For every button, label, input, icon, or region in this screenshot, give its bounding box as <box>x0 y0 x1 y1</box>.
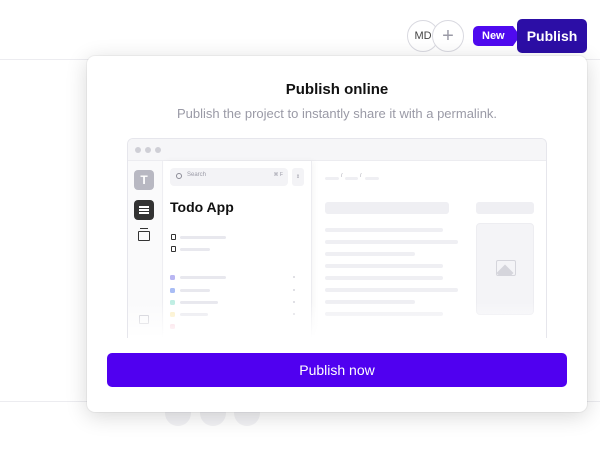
search-shortcut: ⌘ F <box>273 172 283 178</box>
preview-search-box: Search ⌘ F <box>170 168 288 186</box>
tag-dot <box>170 275 175 280</box>
plus-icon: + <box>442 25 454 47</box>
layers-icon <box>138 228 150 241</box>
breadcrumb-separator: / <box>360 173 362 179</box>
publish-button[interactable]: Publish <box>517 19 587 53</box>
heading-placeholder <box>325 202 449 214</box>
document-icon <box>134 200 154 220</box>
modal-subtitle: Publish the project to instantly share i… <box>176 106 498 121</box>
placeholder-line <box>180 248 210 251</box>
text-placeholder <box>325 240 458 244</box>
search-label: Search <box>187 172 207 178</box>
filter-icon: ⇕ <box>292 168 304 186</box>
heading-placeholder <box>476 202 534 214</box>
search-icon <box>176 173 182 179</box>
text-placeholder <box>325 252 415 256</box>
placeholder-line <box>180 236 226 239</box>
text-placeholder <box>325 276 443 280</box>
text-placeholder <box>325 228 443 232</box>
workspace-avatar: T <box>134 170 154 190</box>
preview-window-bar <box>128 139 546 161</box>
document-icon <box>171 246 176 252</box>
chevron-icon <box>293 276 295 278</box>
image-placeholder-icon <box>496 260 516 276</box>
placeholder-line <box>180 276 226 279</box>
add-collaborator-button[interactable]: + <box>432 20 464 52</box>
window-dot <box>155 147 161 153</box>
site-preview: T Search ⌘ F ⇕ Todo App / / <box>127 138 547 338</box>
breadcrumb-placeholder <box>325 177 339 180</box>
text-placeholder <box>325 288 458 292</box>
document-icon <box>171 234 176 240</box>
breadcrumb-separator: / <box>341 173 343 179</box>
placeholder-line <box>180 289 210 292</box>
breadcrumb-placeholder <box>365 177 379 180</box>
new-badge: New <box>473 26 520 46</box>
publish-now-button[interactable]: Publish now <box>107 353 567 387</box>
preview-fade <box>128 302 546 338</box>
window-dot <box>145 147 151 153</box>
modal-title: Publish online <box>285 81 389 98</box>
preview-app-title: Todo App <box>170 199 234 215</box>
breadcrumb-placeholder <box>345 177 358 180</box>
publish-modal: Publish online Publish the project to in… <box>87 56 587 412</box>
text-placeholder <box>325 264 443 268</box>
tag-dot <box>170 288 175 293</box>
chevron-icon <box>293 289 295 291</box>
window-dot <box>135 147 141 153</box>
